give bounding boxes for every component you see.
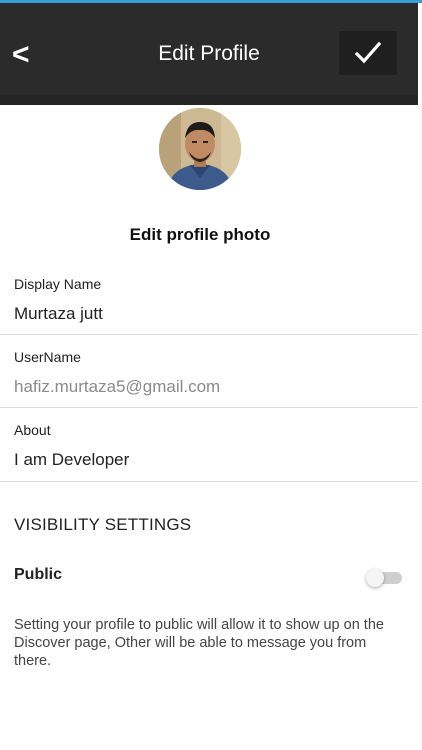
display-name-label: Display Name bbox=[14, 276, 102, 292]
avatar[interactable] bbox=[159, 108, 241, 190]
save-button[interactable] bbox=[339, 31, 397, 75]
profile-photo bbox=[159, 108, 241, 190]
toggle-thumb bbox=[366, 569, 384, 587]
about-label: About bbox=[14, 422, 51, 438]
username-input[interactable]: hafiz.murtaza5@gmail.com bbox=[14, 377, 418, 397]
divider bbox=[0, 407, 418, 408]
divider bbox=[0, 334, 418, 335]
check-icon bbox=[355, 41, 381, 64]
public-label: Public bbox=[14, 566, 63, 583]
app-bar: < Edit Profile bbox=[0, 3, 418, 105]
display-name-input[interactable]: Murtaza jutt bbox=[14, 304, 418, 324]
edit-profile-photo-link[interactable]: Edit profile photo bbox=[0, 225, 400, 245]
username-label: UserName bbox=[14, 349, 81, 365]
username-field[interactable]: UserName hafiz.murtaza5@gmail.com bbox=[14, 349, 418, 397]
visibility-settings-heading: VISIBILITY SETTINGS bbox=[14, 515, 192, 534]
about-input[interactable]: I am Developer bbox=[14, 450, 418, 470]
about-field[interactable]: About I am Developer bbox=[14, 422, 418, 470]
divider bbox=[0, 481, 418, 482]
display-name-field[interactable]: Display Name Murtaza jutt bbox=[14, 276, 418, 324]
app-bar-shadow bbox=[0, 95, 418, 105]
visibility-description: Setting your profile to public will allo… bbox=[14, 617, 384, 669]
public-toggle[interactable] bbox=[366, 569, 402, 587]
